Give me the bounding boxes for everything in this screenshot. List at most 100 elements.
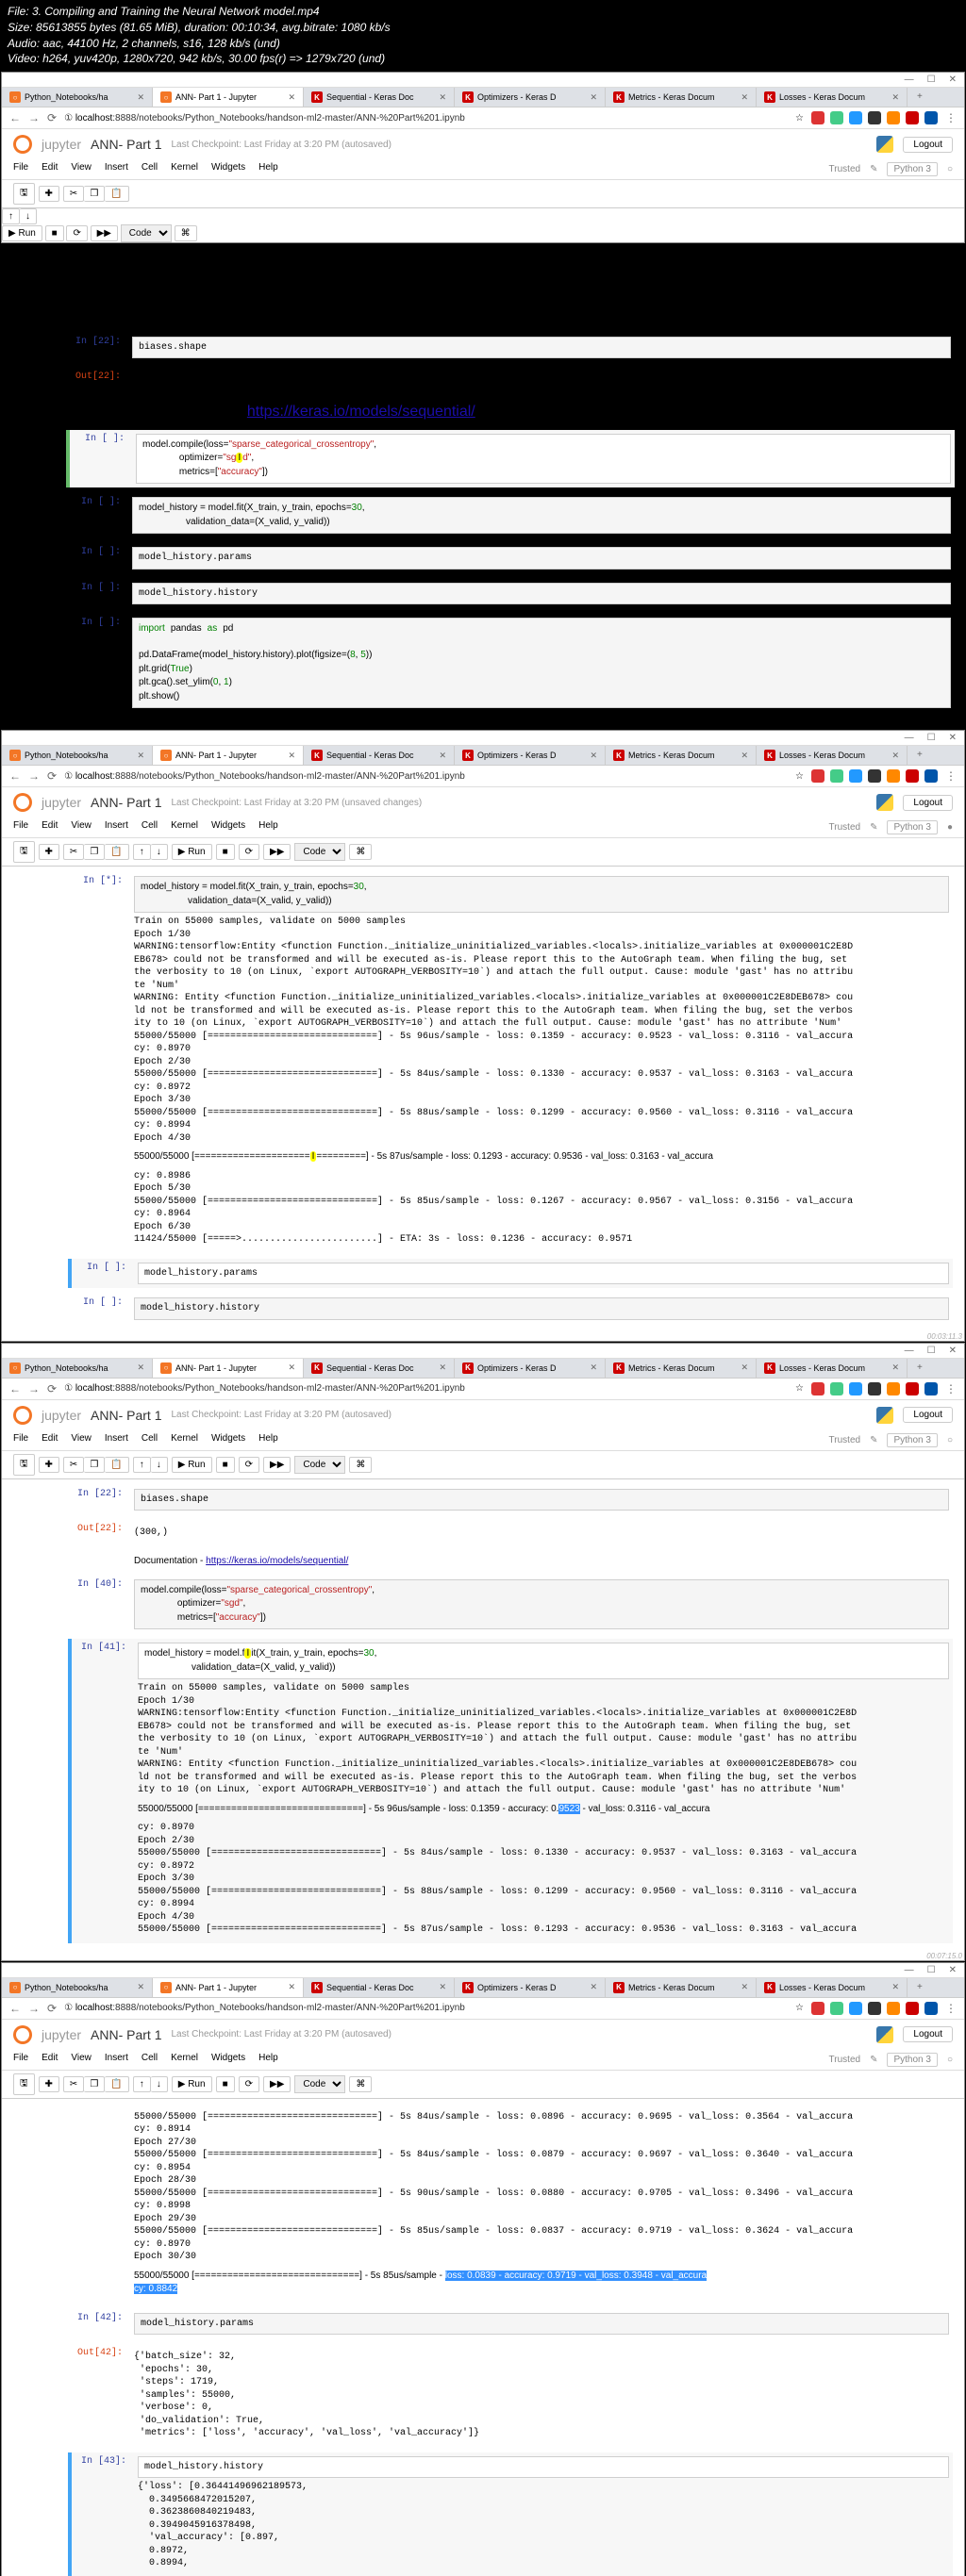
add-cell-button[interactable]: ✚ (39, 186, 59, 202)
menu-kernel[interactable]: Kernel (171, 162, 198, 176)
close-icon[interactable]: ✕ (949, 733, 957, 743)
star-icon[interactable]: ☆ (795, 113, 804, 124)
extensions (811, 111, 938, 124)
url-field[interactable]: ① localhost:8888/notebooks/Python_Notebo… (64, 113, 788, 124)
ext-icon[interactable] (849, 111, 862, 124)
forward-icon[interactable]: → (28, 111, 40, 124)
kernel-idle-icon: ○ (947, 164, 953, 174)
maximize-icon[interactable]: ☐ (927, 74, 936, 85)
move-down-button[interactable]: ↓ (20, 208, 37, 224)
ext-icon[interactable] (868, 111, 881, 124)
keras-icon: K (311, 91, 323, 103)
python-logo-icon (876, 136, 893, 153)
menu-view[interactable]: View (71, 162, 92, 176)
tab-close-icon[interactable]: ✕ (891, 92, 899, 103)
logout-button[interactable]: Logout (903, 137, 953, 153)
code-cell-params[interactable]: In [42]:model_history.params (68, 2309, 953, 2339)
jupyter-icon: ○ (9, 91, 21, 103)
tab-losses[interactable]: KLosses - Keras Docum✕ (757, 88, 908, 107)
ext-icon[interactable] (830, 111, 843, 124)
output-cell: Out[42]:{'batch_size': 32, 'epochs': 30,… (68, 2344, 953, 2447)
code-cell-history[interactable]: In [ ]:model_history.history (68, 1294, 953, 1324)
menu-help[interactable]: Help (258, 162, 278, 176)
menu-insert[interactable]: Insert (105, 162, 128, 176)
tab-metrics[interactable]: KMetrics - Keras Docum✕ (606, 88, 757, 107)
code-cell-params[interactable]: In [ ]:model_history.params (68, 1259, 953, 1289)
tab-notebooks[interactable]: ○Python_Notebooks/ha✕ (2, 88, 153, 107)
jupyter-logo-icon[interactable] (13, 135, 32, 154)
code-cell-fit[interactable]: In [ ]:model_history = model.fit(X_train… (66, 493, 955, 537)
cell-type-select[interactable]: Code (121, 224, 172, 242)
maximize-icon[interactable]: ☐ (927, 733, 936, 743)
kernel-busy-icon: ● (947, 822, 953, 833)
output-cell: Out[22]:(300,) (68, 1520, 953, 1546)
new-tab-icon[interactable]: + (908, 88, 932, 107)
jupyter-icon: ○ (160, 91, 172, 103)
tab-sequential[interactable]: KSequential - Keras Doc✕ (304, 88, 455, 107)
code-cell-fit[interactable]: In [41]:model_history = model.fIit(X_tra… (68, 1639, 953, 1943)
selected-text: 9523 (558, 1804, 579, 1814)
cut-button[interactable]: ✂ (63, 186, 84, 202)
restart-run-button[interactable]: ▶▶ (91, 225, 118, 241)
timestamp-overlay: 00:03:11.3 (927, 1332, 962, 1341)
menu-file[interactable]: File (13, 162, 28, 176)
minimize-icon[interactable]: — (905, 733, 914, 743)
jupyter-logo-icon[interactable] (13, 793, 32, 812)
ext-icon[interactable] (811, 111, 824, 124)
markdown-cell[interactable]: Documentation - https://keras.io/models/… (66, 400, 955, 424)
panel-3: —☐✕ ○Python_Notebooks/ha✕ ○ANN- Part 1 -… (1, 1343, 965, 1961)
move-up-button[interactable]: ↑ (2, 208, 20, 224)
selected-text: loss: 0.0839 - accuracy: 0.9719 - val_lo… (445, 2271, 707, 2281)
tab-optimizers[interactable]: KOptimizers - Keras D✕ (455, 88, 606, 107)
edit-icon[interactable]: ✎ (870, 164, 877, 174)
back-icon[interactable]: ← (9, 111, 21, 124)
code-cell-compile[interactable]: In [40]:model.compile(loss="sparse_categ… (68, 1576, 953, 1634)
menu-widgets[interactable]: Widgets (211, 162, 245, 176)
code-cell-compile[interactable]: In [ ]:model.compile(loss="sparse_catego… (66, 430, 955, 488)
tab-close-icon[interactable]: ✕ (137, 92, 144, 103)
tab-close-icon[interactable]: ✕ (439, 92, 446, 103)
code-cell-history[interactable]: In [43]:model_history.history {'loss': [… (68, 2452, 953, 2576)
command-palette-button[interactable]: ⌘ (175, 225, 197, 241)
jupyter-label: jupyter (42, 137, 81, 152)
save-button[interactable]: 🖫 (13, 183, 35, 205)
code-cell-history[interactable]: In [ ]:model_history.history (66, 579, 955, 609)
browser-tabs: ○Python_Notebooks/ha✕ ○ANN- Part 1 - Jup… (2, 746, 964, 766)
toolbar: 🖫 ✚ ✂❐📋 (2, 180, 964, 208)
browser-tabs: ○Python_Notebooks/ha✕ ○ANN- Part 1 - Jup… (2, 1359, 964, 1379)
code-cell-pandas[interactable]: In [ ]:import pandas as pd pd.DataFrame(… (66, 614, 955, 712)
markdown-cell[interactable]: Documentation - https://keras.io/models/… (68, 1552, 953, 1570)
ext-icon[interactable] (924, 111, 938, 124)
notebook-header: jupyter ANN- Part 1 Last Checkpoint: Las… (2, 129, 964, 159)
keras-doc-link[interactable]: https://keras.io/models/sequential/ (247, 404, 475, 420)
code-cell[interactable]: In [22]:biases.shape (68, 1485, 953, 1515)
window-controls: — ☐ ✕ (2, 73, 964, 88)
trusted-label[interactable]: Trusted (829, 164, 861, 174)
address-bar: ← → ⟳ ① localhost:8888/notebooks/Python_No… (2, 107, 964, 129)
menu-icon[interactable]: ⋮ (945, 111, 957, 124)
tab-close-icon[interactable]: ✕ (741, 92, 748, 103)
code-cell-running[interactable]: In [*]:model_history = model.fit(X_train… (68, 872, 953, 1253)
code-cell-params[interactable]: In [ ]:model_history.params (66, 543, 955, 573)
output-cell: 55000/55000 [===========================… (68, 2105, 953, 2304)
restart-button[interactable]: ⟳ (66, 225, 87, 241)
close-icon[interactable]: ✕ (949, 74, 957, 85)
notebook-name[interactable]: ANN- Part 1 (91, 137, 161, 152)
keras-icon: K (613, 91, 625, 103)
code-cell[interactable]: In [22]:biases.shape (66, 333, 955, 363)
tab-ann[interactable]: ○ANN- Part 1 - Jupyter✕ (153, 88, 304, 107)
run-button[interactable]: ▶ Run (2, 225, 42, 241)
reload-icon[interactable]: ⟳ (47, 111, 57, 124)
tab-close-icon[interactable]: ✕ (590, 92, 597, 103)
stop-button[interactable]: ■ (45, 225, 64, 241)
ext-icon[interactable] (887, 111, 900, 124)
kernel-label[interactable]: Python 3 (887, 162, 937, 176)
menu-cell[interactable]: Cell (142, 162, 158, 176)
copy-button[interactable]: ❐ (84, 186, 105, 202)
menu-edit[interactable]: Edit (42, 162, 58, 176)
tab-close-icon[interactable]: ✕ (288, 92, 295, 103)
paste-button[interactable]: 📋 (105, 186, 128, 202)
menu-bar: FileEditViewInsertCellKernelWidgetsHelp … (2, 159, 964, 180)
ext-icon[interactable] (906, 111, 919, 124)
minimize-icon[interactable]: — (905, 74, 914, 85)
